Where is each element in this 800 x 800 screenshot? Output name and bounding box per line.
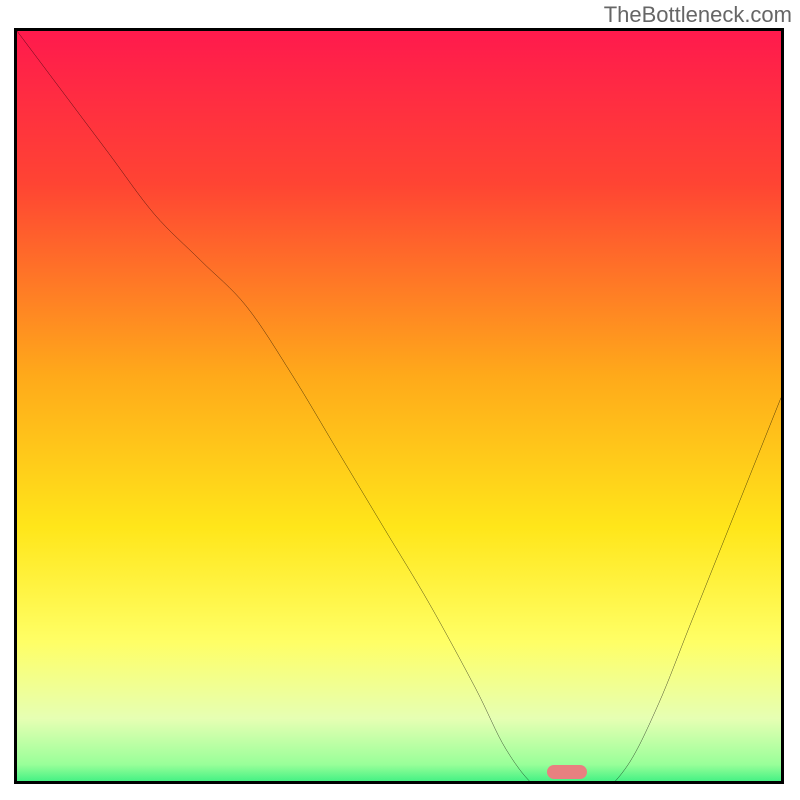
watermark-label: TheBottleneck.com [604, 2, 792, 28]
bottleneck-curve-line [17, 31, 781, 784]
chart-curve [17, 31, 781, 784]
chart-plot-area [14, 28, 784, 784]
optimal-point-marker [547, 765, 587, 779]
